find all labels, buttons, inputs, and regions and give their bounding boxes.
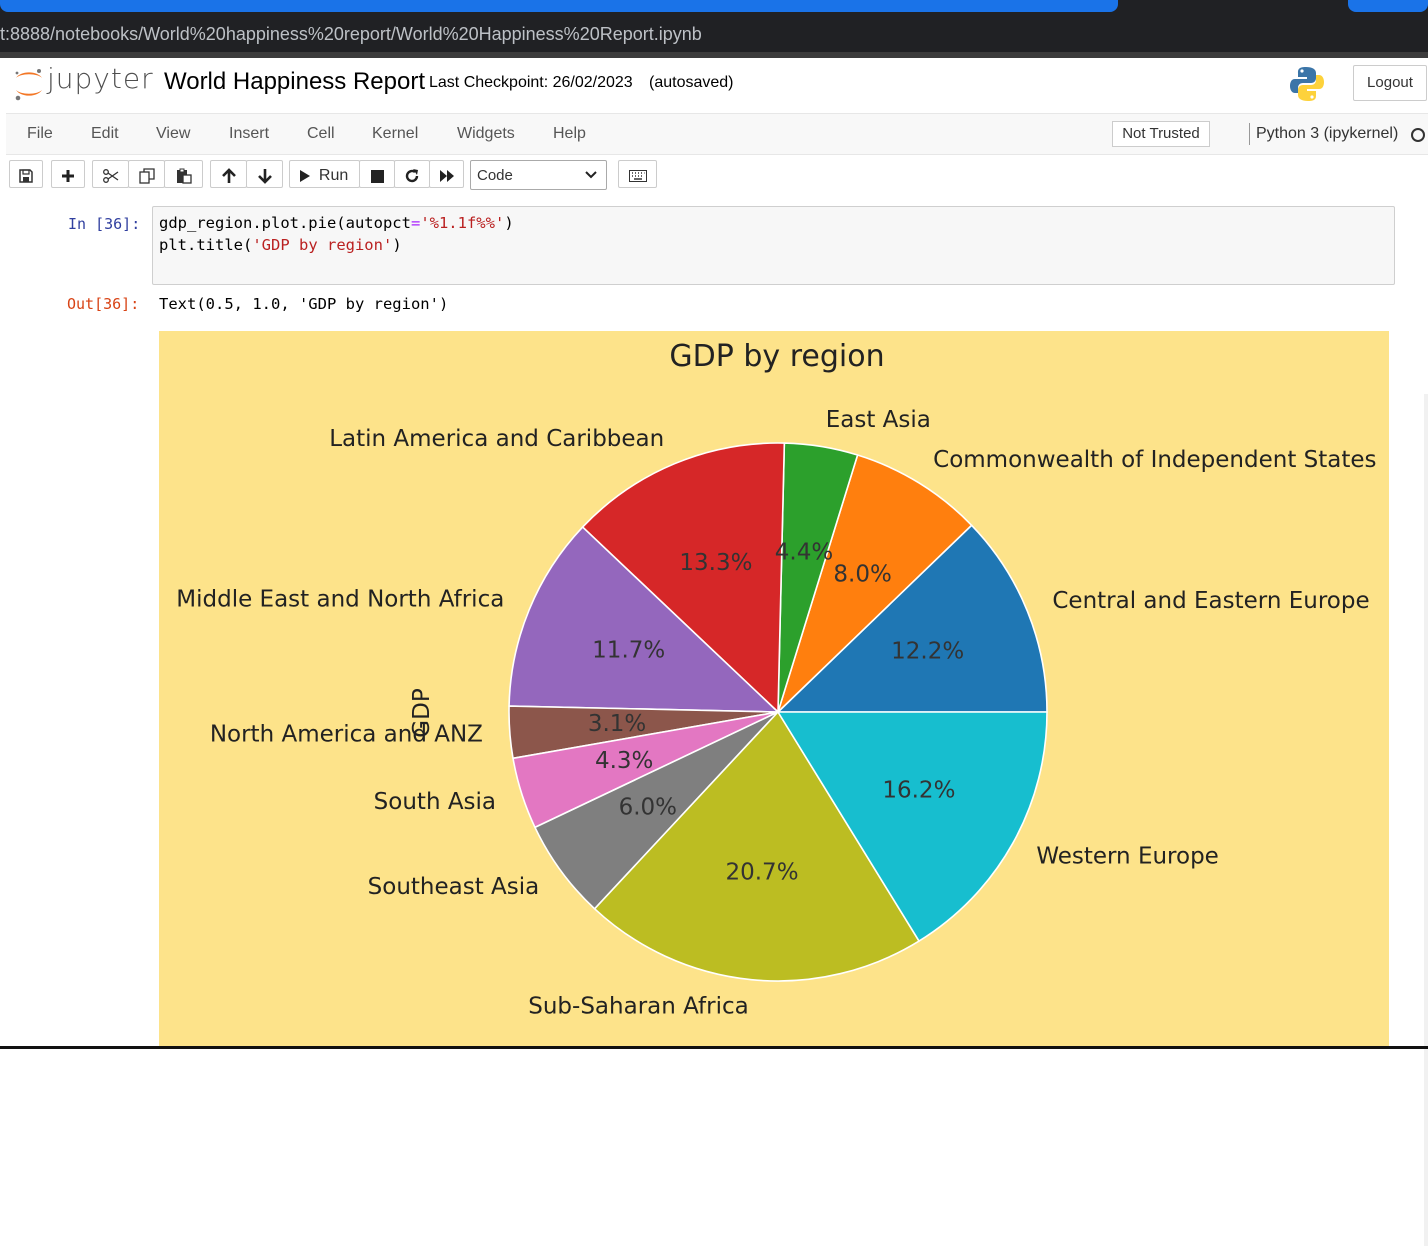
move-up-button[interactable] [210, 160, 247, 188]
pie-category-label: Middle East and North Africa [176, 587, 504, 613]
pie-pct-label: 11.7% [592, 638, 665, 664]
paste-icon [176, 168, 192, 184]
arrow-up-icon [221, 168, 236, 184]
autosave-status: (autosaved) [649, 74, 734, 91]
input-prompt: In [36]: [68, 215, 141, 233]
move-down-button[interactable] [246, 160, 283, 188]
pie-category-label: North America and ANZ [210, 721, 483, 747]
pie-chart: 12.2% Central and Eastern Europe 8.0% Commo… [176, 339, 1376, 1019]
code-token: ) [392, 236, 402, 254]
browser-tab[interactable] [1348, 0, 1428, 12]
pie-category-label: Commonwealth of Independent States [933, 447, 1376, 473]
stop-icon [370, 169, 384, 183]
run-label: Run [318, 167, 349, 184]
kernel-divider [1249, 123, 1250, 145]
pie-pct-label: 12.2% [891, 639, 964, 665]
notebook-container: In [36]: gdp_region.plot.pie(autopct='%1… [0, 197, 1428, 1246]
pie-pct-label: 4.3% [595, 748, 653, 774]
code-cell-editor[interactable]: gdp_region.plot.pie(autopct='%1.1f%%') p… [152, 206, 1395, 285]
restart-run-all-button[interactable] [429, 160, 464, 188]
pie-category-label: South Asia [374, 789, 496, 815]
code-line-1: gdp_region.plot.pie(autopct='%1.1f%%') [159, 214, 514, 232]
logout-button[interactable]: Logout [1353, 65, 1427, 101]
output-prompt: Out[36]: [67, 295, 140, 313]
restart-icon [405, 169, 419, 183]
pie-pct-label: 3.1% [588, 711, 646, 737]
pie-pct-label: 8.0% [833, 562, 891, 588]
jupyter-logo-icon[interactable] [13, 66, 45, 102]
kernel-idle-indicator-icon [1411, 128, 1425, 142]
cut-button[interactable] [92, 160, 129, 188]
code-line-2: plt.title('GDP by region') [159, 236, 402, 254]
menu-insert[interactable]: Insert [229, 125, 269, 143]
menu-cell[interactable]: Cell [307, 125, 335, 143]
pie-category-label: Sub-Saharan Africa [528, 993, 748, 1019]
pie-pct-label: 16.2% [882, 778, 955, 804]
code-string: '%1.1f%%' [420, 214, 505, 232]
kernel-name[interactable]: Python 3 (ipykernel) [1256, 125, 1398, 143]
scrollbar[interactable] [1424, 394, 1428, 1246]
notebook-header: jupyter World Happiness Report Last Chec… [0, 58, 1428, 113]
pie-pct-label: 20.7% [725, 860, 798, 886]
menu-view[interactable]: View [156, 125, 190, 143]
arrow-down-icon [257, 169, 272, 185]
python-logo-icon [1290, 67, 1324, 101]
save-button[interactable] [9, 160, 43, 188]
code-operator: = [410, 214, 421, 232]
browser-tab-strip [0, 0, 1428, 17]
copy-icon [138, 168, 155, 184]
pie-pct-label: 6.0% [619, 794, 677, 820]
notebook-toolbar: Run Code [0, 155, 1428, 197]
copy-button[interactable] [128, 160, 165, 188]
output-text: Text(0.5, 1.0, 'GDP by region') [159, 295, 449, 313]
menu-edit[interactable]: Edit [91, 125, 119, 143]
menu-kernel[interactable]: Kernel [372, 125, 418, 143]
run-button[interactable]: Run [289, 160, 360, 188]
pie-category-label: East Asia [826, 407, 931, 433]
checkpoint-status: Last Checkpoint: 26/02/2023 [429, 74, 633, 91]
notebook-title[interactable]: World Happiness Report [164, 68, 425, 96]
code-token: ) [504, 214, 514, 232]
pie-category-label: Southeast Asia [368, 874, 540, 900]
menu-help[interactable]: Help [553, 125, 586, 143]
trust-status-button[interactable]: Not Trusted [1112, 121, 1210, 147]
pie-category-label: Western Europe [1036, 843, 1219, 869]
menu-bar: File Edit View Insert Cell Kernel Widget… [6, 113, 1428, 155]
command-palette-button[interactable] [618, 160, 657, 188]
pie-chart-output: 12.2% Central and Eastern Europe 8.0% Commo… [159, 331, 1389, 1049]
menu-widgets[interactable]: Widgets [457, 125, 515, 143]
chevron-down-icon [585, 171, 597, 179]
chart-title: GDP by region [669, 339, 884, 374]
restart-button[interactable] [394, 160, 430, 188]
scissors-icon [102, 169, 118, 184]
menu-file[interactable]: File [27, 125, 53, 143]
pie-pct-label: 13.3% [679, 550, 752, 576]
pie-pct-label: 4.4% [775, 540, 833, 566]
paste-button[interactable] [164, 160, 203, 188]
interrupt-button[interactable] [359, 160, 395, 188]
fast-forward-icon [439, 170, 454, 183]
save-icon [19, 169, 33, 184]
code-token: plt.title( [159, 236, 253, 254]
play-icon [300, 170, 310, 183]
pie-category-label: Latin America and Caribbean [329, 426, 664, 452]
insert-cell-button[interactable] [51, 160, 85, 188]
browser-tab-active[interactable] [0, 0, 1118, 12]
jupyter-wordmark[interactable]: jupyter [47, 62, 154, 95]
address-bar[interactable]: t:8888/notebooks/World%20happiness%20rep… [0, 17, 1428, 52]
keyboard-icon [628, 170, 647, 183]
url-text: t:8888/notebooks/World%20happiness%20rep… [0, 24, 702, 44]
plus-icon [62, 170, 74, 183]
code-token: gdp_region.plot.pie(autopct [159, 214, 411, 232]
chart-ylabel: GDP [409, 688, 435, 738]
code-string: 'GDP by region' [252, 236, 393, 254]
cell-type-select[interactable]: Code [470, 160, 607, 190]
cell-type-value: Code [477, 167, 513, 184]
pie-category-label: Central and Eastern Europe [1052, 588, 1369, 614]
